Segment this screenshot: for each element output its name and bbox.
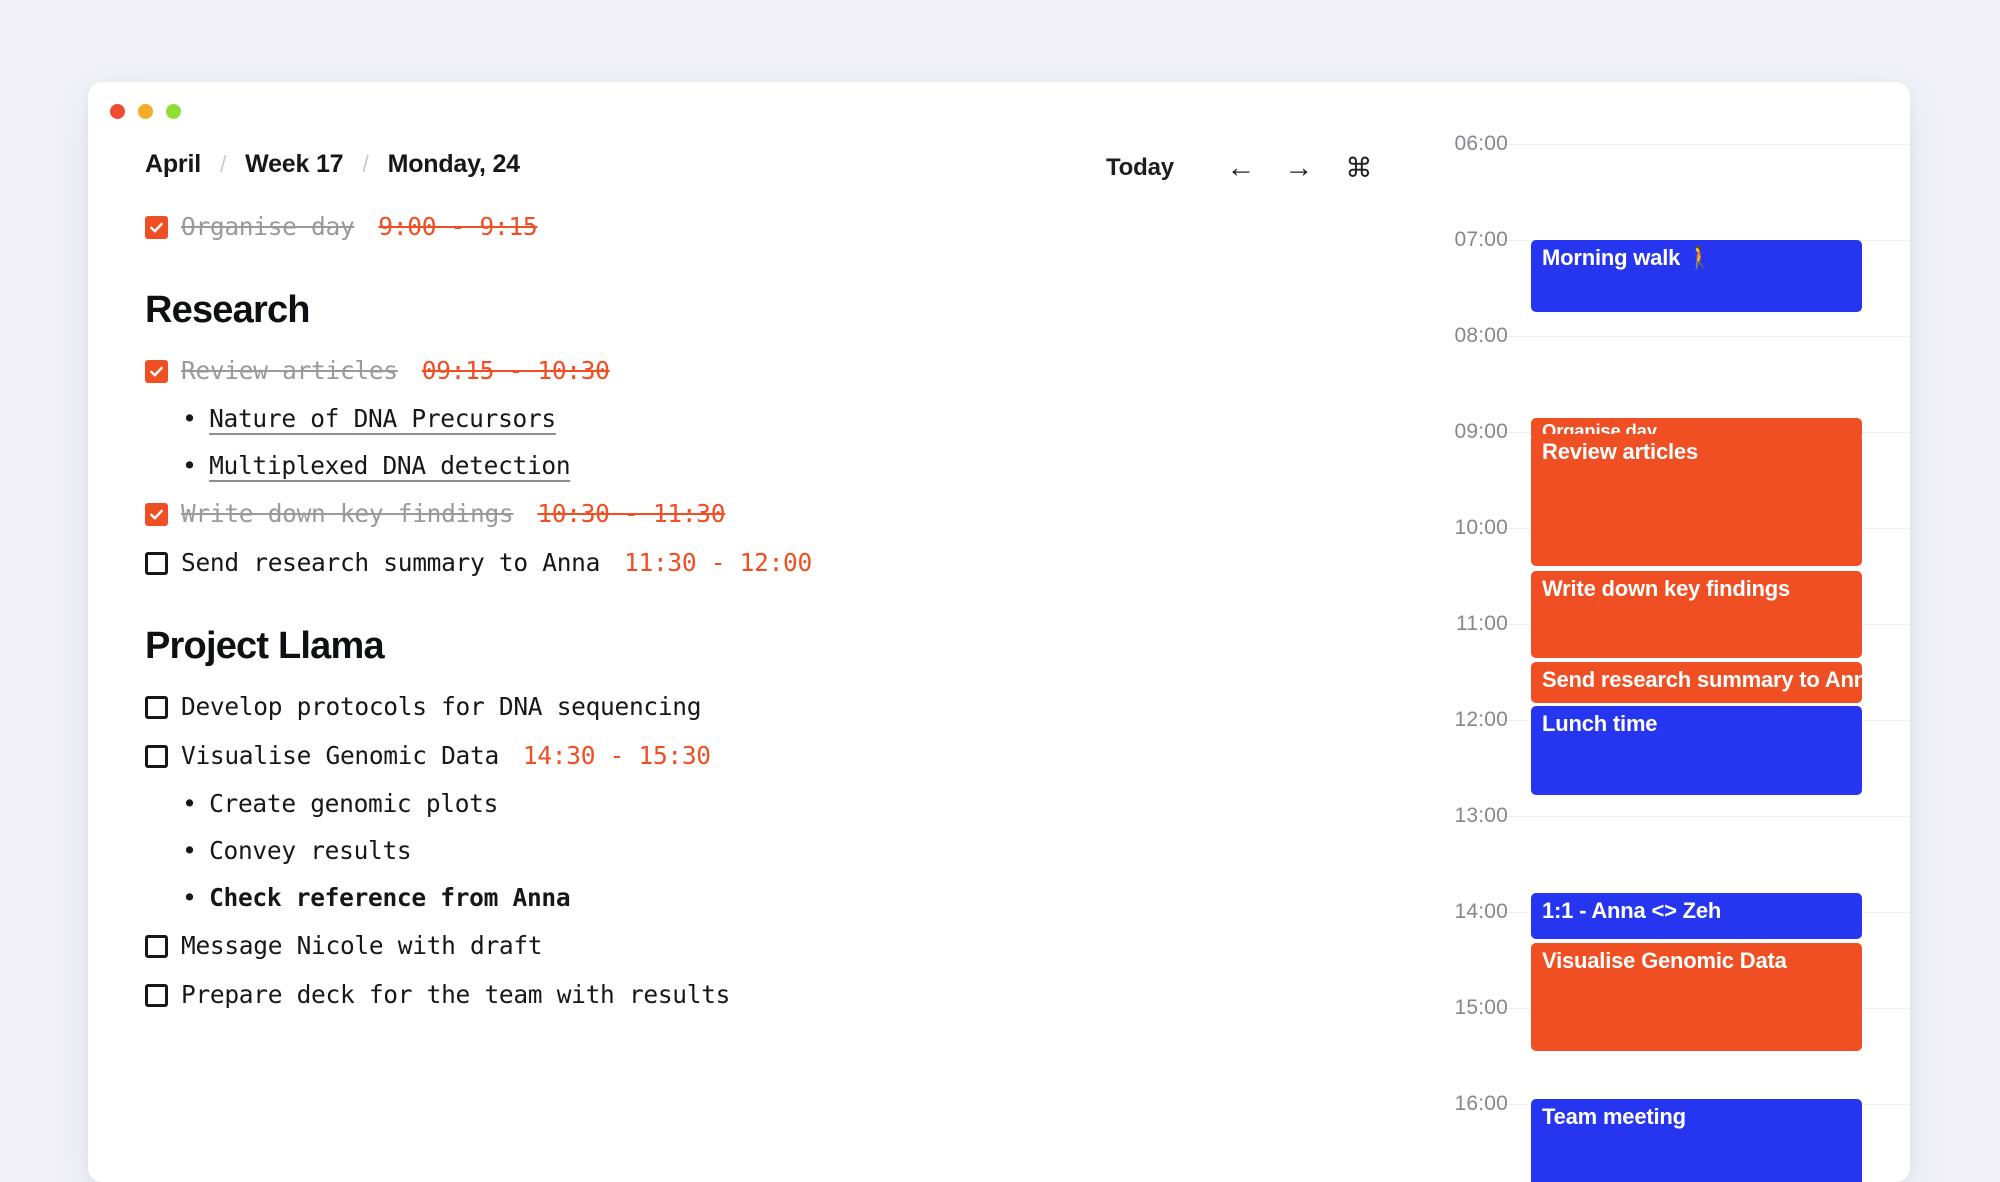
calendar-gridline — [1498, 816, 1910, 817]
calendar-event[interactable]: Visualise Genomic Data — [1531, 942, 1862, 1052]
task-label: Develop protocols for DNA sequencing — [181, 692, 702, 721]
task-time: 14:30 - 15:30 — [522, 741, 711, 770]
subitem-label: Create genomic plots — [209, 789, 499, 818]
calendar-hour-label: 13:00 — [1454, 804, 1508, 827]
subitem-label: Check reference from Anna — [209, 883, 571, 912]
breadcrumb-separator: / — [219, 151, 227, 177]
task-label: Message Nicole with draft — [181, 931, 543, 960]
breadcrumb-item-1[interactable]: Week 17 — [245, 150, 343, 179]
calendar-event[interactable]: Morning walk 🚶 — [1531, 240, 1862, 312]
checkbox-checked-icon[interactable] — [145, 503, 168, 526]
calendar-hour-label: 08:00 — [1454, 324, 1508, 347]
task-subitem[interactable]: • Nature of DNA Precursors — [182, 403, 1295, 434]
calendar-event[interactable]: Review articles — [1531, 433, 1862, 567]
calendar-gridline — [1498, 336, 1910, 337]
breadcrumb-item-2[interactable]: Monday, 24 — [388, 150, 520, 179]
breadcrumb-separator: / — [362, 151, 369, 177]
checkbox-checked-icon[interactable] — [145, 216, 168, 239]
task-list: Organise day 9:00 - 9:15 Research Review ar… — [145, 210, 1295, 1027]
calendar-gridline — [1498, 144, 1910, 145]
task-label: Review articles — [181, 356, 398, 385]
bullet-icon: • — [182, 883, 198, 912]
calendar-event[interactable]: Write down key findings — [1531, 571, 1862, 658]
task-item[interactable]: Write down key findings 10:30 - 11:30 — [145, 497, 1295, 530]
task-item[interactable]: Review articles 09:15 - 10:30 — [145, 354, 1295, 387]
task-time: 09:15 - 10:30 — [421, 356, 610, 385]
breadcrumb: April / Week 17 / Monday, 24 — [145, 150, 520, 179]
previous-day-icon[interactable]: ← — [1212, 153, 1270, 183]
task-label: Send research summary to Anna — [181, 548, 601, 577]
subitem-label: Convey results — [209, 836, 412, 865]
bullet-icon: • — [182, 836, 198, 865]
subitem-link[interactable]: Multiplexed DNA detection — [209, 451, 571, 480]
task-label: Write down key findings — [181, 499, 514, 528]
task-item[interactable]: Visualise Genomic Data 14:30 - 15:30 — [145, 739, 1295, 772]
task-subitem[interactable]: • Convey results — [182, 835, 1295, 866]
subitem-link[interactable]: Nature of DNA Precursors — [209, 404, 556, 433]
task-label: Prepare deck for the team with results — [181, 980, 731, 1009]
app-root: April / Week 17/Monday, 24 Today ← → ⌘ Org… — [0, 0, 2000, 1182]
calendar-hour-label: 16:00 — [1454, 1092, 1508, 1115]
calendar-hour-label: 14:00 — [1454, 900, 1508, 923]
calendar-panel: 06:00 07:00 08:00 09:00 10:00 11:00 12:00 13:00… — [1333, 82, 1910, 1182]
task-item[interactable]: Organise day 9:00 - 9:15 — [145, 210, 1295, 243]
today-button[interactable]: Today — [1100, 150, 1180, 186]
bullet-icon: • — [182, 789, 198, 818]
calendar-event-title: Morning walk 🚶 — [1542, 245, 1714, 270]
calendar-event-title: Write down key findings — [1542, 576, 1791, 602]
calendar-event-title: Review articles — [1542, 438, 1698, 464]
calendar-event-title: Visualise Genomic Data — [1542, 947, 1787, 973]
task-item[interactable]: Message Nicole with draft — [145, 929, 1295, 962]
task-item[interactable]: Develop protocols for DNA sequencing — [145, 690, 1295, 723]
calendar-hour-label: 11:00 — [1456, 612, 1508, 635]
calendar-event[interactable]: 1:1 - Anna <> Zeh — [1531, 892, 1862, 939]
calendar-hour-label: 10:00 — [1454, 516, 1508, 539]
task-time: 9:00 - 9:15 — [378, 212, 538, 241]
calendar-event-title: 1:1 - Anna <> Zeh — [1542, 897, 1722, 923]
calendar-hour-label: 12:00 — [1454, 708, 1508, 731]
calendar-event[interactable]: Send research summary to Anna — [1531, 662, 1862, 703]
window-traffic-lights — [110, 104, 181, 119]
task-label: Organise day — [181, 212, 355, 241]
calendar-event-title: Lunch time — [1542, 710, 1658, 736]
window-close-button[interactable] — [110, 104, 125, 119]
next-day-icon[interactable]: → — [1270, 153, 1328, 183]
breadcrumb-item-0[interactable]: April — [145, 150, 201, 179]
checkbox-unchecked-icon[interactable] — [145, 696, 168, 719]
calendar-event-title: Send research summary to Anna — [1542, 667, 1862, 693]
window-maximize-button[interactable] — [166, 104, 181, 119]
section-title: Research — [145, 289, 311, 331]
task-label: Visualise Genomic Data — [181, 741, 499, 770]
task-item[interactable]: Prepare deck for the team with results — [145, 978, 1295, 1011]
calendar-hour-label: 07:00 — [1454, 228, 1508, 251]
checkbox-unchecked-icon[interactable] — [145, 745, 168, 768]
checkbox-unchecked-icon[interactable] — [145, 935, 168, 958]
calendar-event[interactable]: Team meeting — [1531, 1099, 1862, 1182]
task-item[interactable]: Send research summary to Anna 11:30 - 12:… — [145, 546, 1295, 579]
window-minimize-button[interactable] — [138, 104, 153, 119]
app-window: April / Week 17/Monday, 24 Today ← → ⌘ Org… — [88, 82, 1910, 1182]
section-title: Project Llama — [145, 625, 385, 667]
bullet-icon: • — [182, 404, 198, 433]
calendar-event-title: Team meeting — [1542, 1104, 1686, 1130]
checkbox-unchecked-icon[interactable] — [145, 984, 168, 1007]
calendar-hour-label: 06:00 — [1454, 132, 1508, 155]
calendar-grid: 06:00 07:00 08:00 09:00 10:00 11:00 12:00 13:00… — [1333, 82, 1910, 1182]
task-time: 11:30 - 12:00 — [624, 548, 812, 577]
checkbox-unchecked-icon[interactable] — [145, 552, 168, 575]
task-subitem[interactable]: • Create genomic plots — [182, 788, 1295, 819]
calendar-hour-label: 09:00 — [1454, 420, 1508, 443]
task-subitem[interactable]: • Multiplexed DNA detection — [182, 450, 1295, 481]
bullet-icon: • — [182, 451, 198, 480]
checkbox-checked-icon[interactable] — [145, 360, 168, 383]
calendar-event[interactable]: Lunch time — [1531, 705, 1862, 795]
calendar-hour-label: 15:00 — [1454, 996, 1508, 1019]
task-subitem[interactable]: • Check reference from Anna — [182, 882, 1295, 913]
task-time: 10:30 - 11:30 — [537, 499, 726, 528]
